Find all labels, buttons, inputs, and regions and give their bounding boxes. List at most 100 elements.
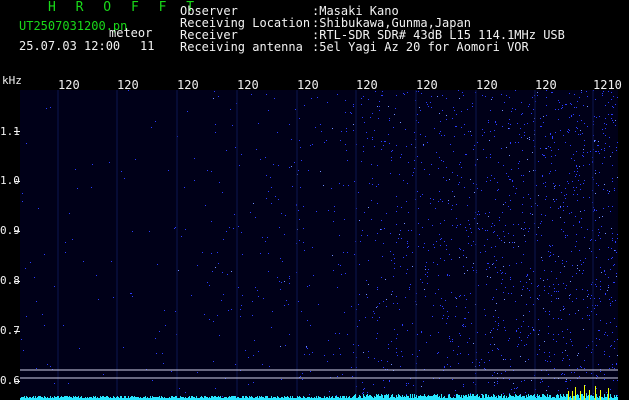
noise-pixel (459, 296, 460, 297)
noise-pixel (550, 252, 551, 253)
noise-pixel (570, 380, 571, 381)
noise-pixel (204, 314, 205, 315)
noise-pixel (456, 204, 457, 205)
noise-pixel (423, 247, 424, 248)
noise-pixel (353, 124, 354, 125)
noise-pixel (585, 385, 586, 386)
baseline-bar (329, 396, 330, 400)
noise-pixel (263, 298, 264, 299)
baseline-bar (218, 396, 219, 400)
noise-pixel (463, 326, 464, 327)
noise-pixel (594, 308, 595, 309)
noise-pixel (495, 122, 496, 123)
noise-pixel (608, 277, 609, 278)
noise-pixel (583, 270, 584, 271)
noise-pixel (431, 96, 432, 97)
spectrogram-svg (20, 90, 618, 400)
noise-pixel (596, 345, 597, 346)
noise-pixel (509, 242, 510, 243)
noise-pixel (238, 226, 239, 227)
baseline-bar (581, 394, 582, 400)
noise-pixel (522, 150, 523, 151)
noise-pixel (284, 234, 285, 235)
noise-pixel (604, 271, 605, 272)
baseline-bar (448, 395, 449, 400)
noise-pixel (350, 112, 351, 113)
noise-pixel (583, 156, 584, 157)
noise-pixel (597, 376, 598, 377)
noise-pixel (600, 289, 601, 290)
noise-pixel (581, 218, 582, 219)
noise-pixel (422, 194, 423, 195)
noise-pixel (481, 190, 482, 191)
noise-pixel (163, 363, 164, 364)
noise-pixel (508, 176, 509, 177)
noise-pixel (321, 131, 322, 132)
noise-pixel (472, 106, 473, 107)
baseline-bar (103, 396, 104, 400)
noise-pixel (612, 233, 613, 234)
noise-pixel (455, 316, 456, 317)
noise-pixel (600, 301, 601, 302)
noise-pixel (530, 297, 531, 298)
noise-pixel (478, 285, 479, 286)
noise-pixel (429, 174, 430, 175)
noise-pixel (375, 240, 376, 241)
noise-pixel (612, 364, 613, 365)
noise-pixel (328, 340, 329, 341)
noise-pixel (459, 248, 460, 249)
noise-pixel (298, 170, 299, 171)
noise-pixel (391, 260, 392, 261)
noise-pixel (601, 149, 602, 150)
noise-pixel (548, 146, 549, 147)
noise-pixel (412, 354, 413, 355)
noise-pixel (579, 175, 580, 176)
noise-pixel (268, 110, 269, 111)
noise-pixel (399, 309, 400, 310)
noise-pixel (367, 392, 368, 393)
noise-pixel (490, 277, 491, 278)
baseline-bar (284, 396, 285, 400)
noise-pixel (318, 304, 319, 305)
noise-pixel (547, 279, 548, 280)
noise-pixel (509, 119, 510, 120)
noise-pixel (563, 309, 564, 310)
noise-pixel (408, 212, 409, 213)
noise-pixel (26, 143, 27, 144)
noise-pixel (456, 306, 457, 307)
noise-pixel (253, 355, 254, 356)
noise-pixel (478, 211, 479, 212)
noise-pixel (605, 294, 606, 295)
noise-pixel (30, 262, 31, 263)
noise-pixel (591, 239, 592, 240)
noise-pixel (280, 289, 281, 290)
noise-pixel (551, 150, 552, 151)
noise-pixel (561, 319, 562, 320)
noise-pixel (599, 217, 600, 218)
noise-pixel (567, 388, 568, 389)
noise-pixel (396, 338, 397, 339)
noise-pixel (558, 149, 559, 150)
baseline-bar (234, 396, 235, 400)
noise-pixel (494, 225, 495, 226)
noise-pixel (532, 327, 533, 328)
noise-pixel (347, 160, 348, 161)
noise-pixel (537, 205, 538, 206)
noise-pixel (395, 108, 396, 109)
noise-pixel (503, 266, 504, 267)
noise-pixel (548, 333, 549, 334)
noise-pixel (604, 379, 605, 380)
noise-pixel (425, 269, 426, 270)
noise-pixel (285, 345, 286, 346)
noise-pixel (444, 366, 445, 367)
noise-pixel (601, 272, 602, 273)
noise-pixel (569, 93, 570, 94)
noise-pixel (292, 186, 293, 187)
noise-pixel (586, 91, 587, 92)
noise-pixel (280, 258, 281, 259)
noise-pixel (510, 366, 511, 367)
noise-pixel (571, 116, 572, 117)
baseline-bar (410, 394, 411, 400)
noise-pixel (568, 183, 569, 184)
noise-pixel (575, 131, 576, 132)
